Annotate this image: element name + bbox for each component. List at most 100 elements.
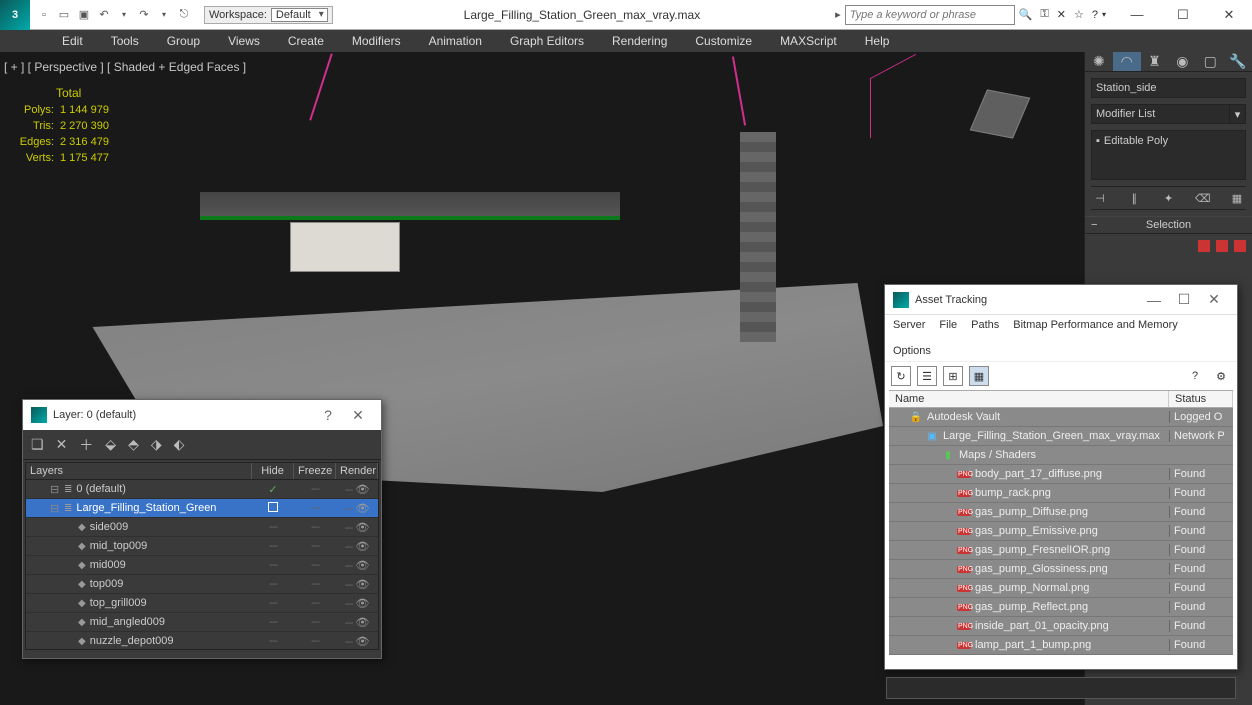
redo-icon[interactable]: ↷ [134, 5, 154, 25]
menu-customize[interactable]: Customize [681, 30, 766, 52]
viewcube[interactable] [970, 89, 1031, 138]
delete-layer-icon[interactable]: ✕ [56, 436, 68, 453]
tab-motion[interactable]: ◉ [1168, 52, 1196, 71]
table-icon[interactable]: ▦ [969, 366, 989, 386]
asset-row[interactable]: PNGbody_part_17_diffuse.pngFound [889, 465, 1233, 484]
freeze-icon[interactable]: ⬖ [174, 436, 185, 453]
asset-row[interactable]: ▣Large_Filling_Station_Green_max_vray.ma… [889, 427, 1233, 446]
col-layers[interactable]: Layers [26, 463, 252, 479]
subobj-vertex-icon[interactable] [1198, 240, 1210, 252]
maximize-button[interactable]: ☐ [1169, 291, 1199, 308]
asset-row[interactable]: PNGinside_part_01_opacity.pngFound [889, 617, 1233, 636]
menu-server[interactable]: Server [893, 319, 925, 331]
modifier-item[interactable]: Editable Poly [1104, 135, 1168, 147]
col-hide[interactable]: Hide [252, 463, 294, 479]
minimize-button[interactable]: — [1114, 0, 1160, 29]
asset-titlebar[interactable]: Asset Tracking — ☐ ✕ [885, 285, 1237, 315]
save-icon[interactable]: ▣ [74, 5, 94, 25]
layer-table[interactable]: Layers Hide Freeze Render ⊟≣0 (default)✓… [25, 462, 379, 650]
tab-hierarchy[interactable]: ♜ [1141, 52, 1169, 71]
new-layer-icon[interactable]: ❏ [31, 436, 44, 453]
viewport-label[interactable]: [ + ] [ Perspective ] [ Shaded + Edged F… [4, 60, 246, 74]
object-name-input[interactable]: Station_side [1091, 78, 1246, 98]
add-icon[interactable]: ＋ [79, 435, 93, 455]
search-icon[interactable]: 🔍 [1015, 8, 1037, 21]
chevron-down-icon[interactable]: ▾ [1230, 104, 1246, 124]
menu-options[interactable]: Options [893, 345, 931, 357]
help-icon[interactable]: ? [1088, 9, 1102, 21]
menu-animation[interactable]: Animation [415, 30, 496, 52]
layer-row[interactable]: ◆side009--------- 👁 [26, 518, 378, 537]
tab-utilities[interactable]: 🔧 [1224, 52, 1252, 71]
layer-row[interactable]: ◆top_grill009--------- 👁 [26, 594, 378, 613]
close-button[interactable]: ✕ [343, 407, 373, 424]
col-freeze[interactable]: Freeze [294, 463, 336, 479]
asset-row[interactable]: PNGbump_rack.pngFound [889, 484, 1233, 503]
menu-create[interactable]: Create [274, 30, 338, 52]
close-button[interactable]: ✕ [1199, 291, 1229, 308]
tab-create[interactable]: ✺ [1085, 52, 1113, 71]
rollout-header[interactable]: Selection [1085, 216, 1252, 234]
maximize-button[interactable]: ☐ [1160, 0, 1206, 29]
modifier-toggle-icon[interactable]: ▪ [1096, 135, 1100, 147]
layer-titlebar[interactable]: Layer: 0 (default) ? ✕ [23, 400, 381, 430]
menu-file[interactable]: File [939, 319, 957, 331]
workspace-dropdown[interactable]: Default [271, 8, 328, 22]
minimize-button[interactable]: — [1139, 292, 1169, 308]
refresh-icon[interactable]: ↻ [891, 366, 911, 386]
favorite-icon[interactable]: ☆ [1070, 8, 1088, 21]
tab-modify[interactable]: ◠ [1113, 52, 1141, 71]
tree-icon[interactable]: ⊞ [943, 366, 963, 386]
close-button[interactable]: ✕ [1206, 0, 1252, 29]
help-icon[interactable]: ? [1185, 366, 1205, 386]
pin-icon[interactable]: ⊣ [1091, 189, 1109, 207]
layer-row[interactable]: ◆mid_top009--------- 👁 [26, 537, 378, 556]
menu-tools[interactable]: Tools [97, 30, 153, 52]
asset-row[interactable]: PNGgas_pump_Glossiness.pngFound [889, 560, 1233, 579]
unique-icon[interactable]: ✦ [1160, 189, 1178, 207]
asset-row[interactable]: ▮Maps / Shaders [889, 446, 1233, 465]
open-icon[interactable]: ▭ [54, 5, 74, 25]
configure-icon[interactable]: ▦ [1228, 189, 1246, 207]
asset-row[interactable]: 🔒Autodesk VaultLogged O [889, 408, 1233, 427]
asset-table[interactable]: Name Status 🔒Autodesk VaultLogged O▣Larg… [889, 390, 1233, 656]
arrow-icon[interactable]: ▸ [831, 8, 845, 21]
help-button[interactable]: ? [313, 407, 343, 423]
chevron-down-icon[interactable]: ▾ [114, 5, 134, 25]
menu-paths[interactable]: Paths [971, 319, 999, 331]
settings-icon[interactable]: ⚙ [1211, 366, 1231, 386]
layer-row[interactable]: ◆mid009--------- 👁 [26, 556, 378, 575]
asset-row[interactable]: PNGgas_pump_Diffuse.pngFound [889, 503, 1233, 522]
col-name[interactable]: Name [889, 391, 1169, 407]
menu-graph-editors[interactable]: Graph Editors [496, 30, 598, 52]
exchange-icon[interactable]: ✕ [1053, 8, 1070, 21]
menu-modifiers[interactable]: Modifiers [338, 30, 415, 52]
hide-icon[interactable]: ⬗ [151, 436, 162, 453]
col-status[interactable]: Status [1169, 391, 1233, 407]
menu-views[interactable]: Views [214, 30, 274, 52]
new-icon[interactable]: ▫ [34, 5, 54, 25]
subobj-poly-icon[interactable] [1234, 240, 1246, 252]
layer-row[interactable]: ⊟≣Large_Filling_Station_Green------ 👁 [26, 499, 378, 518]
asset-row[interactable]: PNGgas_pump_FresnelIOR.pngFound [889, 541, 1233, 560]
menu-group[interactable]: Group [153, 30, 214, 52]
workspace-selector[interactable]: Workspace: Default [204, 6, 333, 24]
link-icon[interactable]: ⎋ [174, 5, 194, 25]
chevron-down-icon[interactable]: ▾ [1102, 10, 1106, 19]
highlight-icon[interactable]: ⬘ [128, 436, 139, 453]
asset-row[interactable]: PNGlamp_part_1_bump.pngFound [889, 636, 1233, 655]
subobj-edge-icon[interactable] [1216, 240, 1228, 252]
menu-rendering[interactable]: Rendering [598, 30, 681, 52]
tab-display[interactable]: ▢ [1196, 52, 1224, 71]
layer-row[interactable]: ◆nuzzle_depot009--------- 👁 [26, 632, 378, 650]
list-icon[interactable]: ☰ [917, 366, 937, 386]
search-input[interactable] [845, 5, 1015, 25]
key-icon[interactable]: ⚿ [1036, 8, 1052, 21]
layer-row[interactable]: ◆mid_angled009--------- 👁 [26, 613, 378, 632]
menu-edit[interactable]: Edit [48, 30, 97, 52]
modifier-stack[interactable]: ▪ Editable Poly [1091, 130, 1246, 180]
chevron-down-icon[interactable]: ▾ [154, 5, 174, 25]
select-icon[interactable]: ⬙ [105, 436, 116, 453]
status-input[interactable] [886, 677, 1236, 699]
undo-icon[interactable]: ↶ [94, 5, 114, 25]
